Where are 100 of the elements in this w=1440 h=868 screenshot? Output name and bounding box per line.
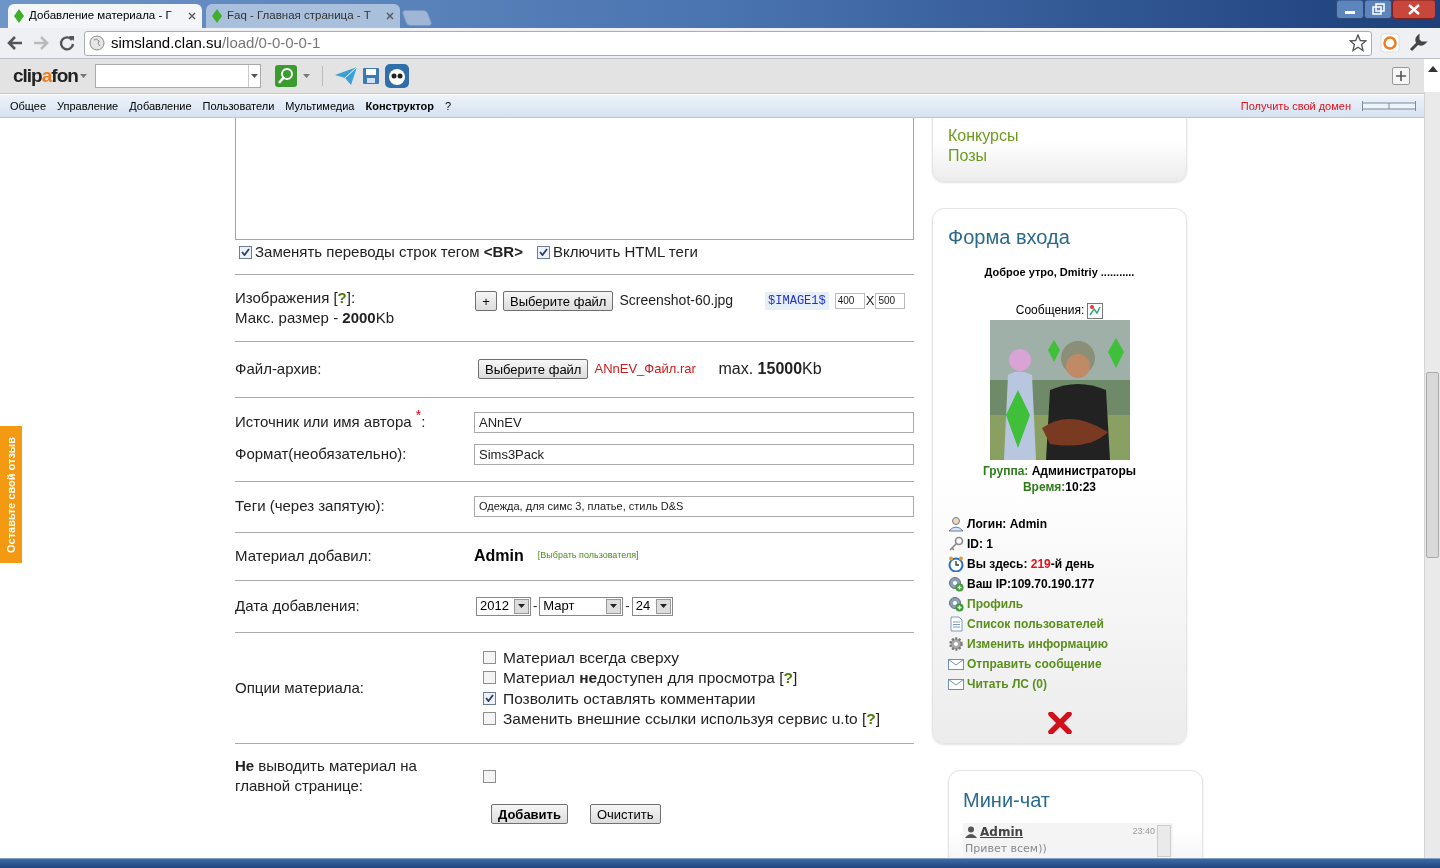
- panda-icon[interactable]: [385, 64, 409, 88]
- profile-link[interactable]: Изменить информацию: [967, 633, 1108, 654]
- greeting: Доброе утро, Dmitriy ...........: [984, 265, 1135, 280]
- search-icon[interactable]: [275, 65, 297, 87]
- menu-item[interactable]: Общее: [10, 97, 47, 115]
- scrollbar[interactable]: [1424, 92, 1440, 858]
- close-icon[interactable]: [188, 12, 196, 20]
- scrollbar-thumb[interactable]: [1426, 372, 1439, 558]
- date-separator: -: [533, 597, 538, 616]
- dropdown[interactable]: Март: [539, 596, 624, 616]
- reload-icon[interactable]: [58, 34, 76, 52]
- add-button[interactable]: [1392, 67, 1410, 85]
- browser-tab[interactable]: Добавление материала - Г: [8, 4, 202, 28]
- user-name: Admin: [474, 546, 524, 566]
- user-icon: [965, 826, 977, 838]
- field-label: Изображения [?]:: [235, 288, 357, 308]
- group-info: Группа: Администраторы: [982, 462, 1136, 479]
- chat-message: Привет всем)): [965, 841, 1048, 857]
- checkbox[interactable]: [239, 245, 252, 259]
- document-icon: [948, 615, 964, 632]
- menu-item[interactable]: Мультимедиа: [285, 97, 355, 115]
- user-info: ID: 1: [967, 535, 993, 553]
- height-field[interactable]: 500: [875, 292, 906, 309]
- menu-item[interactable]: Добавление: [129, 97, 192, 115]
- search-field[interactable]: [95, 64, 261, 88]
- caret-icon: [303, 74, 310, 78]
- field-label: Теги (через запятую):: [235, 495, 386, 516]
- input-field[interactable]: Sims3Pack: [474, 443, 914, 465]
- panel-title: Форма входа: [948, 225, 1070, 250]
- file-button[interactable]: Выберите файл: [478, 359, 589, 379]
- caret-icon: [79, 74, 87, 78]
- profile-link[interactable]: Профиль: [967, 593, 1024, 614]
- minimize-icon[interactable]: [1336, 0, 1364, 19]
- size-limit: max. 15000Kb: [718, 359, 822, 379]
- chat-time: 23:40: [1132, 825, 1155, 839]
- caret-icon: [610, 604, 618, 608]
- scroll-up-icon[interactable]: [1428, 66, 1438, 72]
- back-icon[interactable]: [6, 34, 24, 52]
- slider-icon: [1362, 101, 1416, 111]
- profile-link[interactable]: Список пользователей: [967, 613, 1104, 634]
- restore-icon[interactable]: [1364, 0, 1392, 19]
- address-field[interactable]: simsland.clan.su/load/0-0-0-0-1: [84, 30, 1372, 56]
- menu-item[interactable]: Управление: [57, 97, 119, 115]
- checkbox[interactable]: [483, 650, 496, 664]
- close-icon[interactable]: [1392, 0, 1436, 19]
- file-button[interactable]: Выберите файл: [503, 290, 614, 311]
- caret-icon: [251, 74, 258, 78]
- checkbox[interactable]: [483, 769, 496, 783]
- star-icon[interactable]: [1349, 34, 1367, 52]
- reset-button[interactable]: Очистить: [589, 804, 661, 824]
- field-label: Формат(необязательно):: [235, 443, 408, 464]
- file-name: ANnEV_Файл.rar: [594, 360, 697, 379]
- add-image-button[interactable]: +: [475, 290, 497, 311]
- dropdown[interactable]: 2012: [476, 596, 531, 616]
- extension-icon[interactable]: [1380, 33, 1400, 53]
- delete-icon[interactable]: [1047, 711, 1072, 734]
- paper-plane-icon[interactable]: [335, 67, 357, 85]
- user-info: Вы здесь: 219-й день: [967, 555, 1095, 573]
- browser-tab[interactable]: Faq - Главная страница - Т: [206, 4, 400, 28]
- size-limit: Макс. размер - 2000Kb: [235, 308, 396, 328]
- domain-link[interactable]: Получить свой домен: [1240, 97, 1351, 115]
- clipafon-logo[interactable]: clipafon: [13, 61, 89, 91]
- option-label: Позволить оставлять комментарии: [503, 688, 756, 709]
- key-icon: [948, 535, 964, 552]
- option-label: Включить HTML теги: [552, 241, 698, 262]
- field-label: Файл-архив:: [235, 358, 323, 379]
- input-field[interactable]: ANnEV: [474, 411, 914, 433]
- checkbox[interactable]: [536, 245, 550, 259]
- dropdown[interactable]: 24: [631, 596, 673, 616]
- field-label: Не выводить материал на главной странице:: [235, 756, 418, 796]
- field-label: Дата добавления:: [235, 595, 361, 616]
- image-icon: [1087, 302, 1104, 319]
- width-field[interactable]: 400: [834, 292, 865, 309]
- field-label: Опции материала:: [235, 677, 365, 698]
- diamond-icon: [212, 9, 222, 23]
- choose-user-link[interactable]: [Выбрать пользователя]: [537, 549, 639, 563]
- checkbox[interactable]: [483, 691, 496, 705]
- menu-item[interactable]: ?: [444, 97, 452, 115]
- option-label: Заменять переводы строк тегом <BR>: [255, 241, 523, 262]
- submit-button[interactable]: Добавить: [491, 804, 568, 824]
- checkbox[interactable]: [483, 712, 496, 726]
- menu-item[interactable]: Конструктор: [365, 97, 434, 115]
- globe-icon: [89, 35, 105, 51]
- chat-user-link[interactable]: Admin: [980, 823, 1024, 841]
- option-label: Заменить внешние ссылки используя сервис u.to [?]: [503, 709, 880, 730]
- profile-link[interactable]: Отправить сообщение: [967, 653, 1102, 674]
- messages-label: Сообщения:: [1015, 301, 1085, 319]
- check-icon: [485, 694, 494, 703]
- check-icon: [538, 248, 548, 256]
- option-label: Материал всегда сверху: [503, 647, 679, 668]
- checkbox[interactable]: [483, 671, 496, 685]
- date-separator: -: [625, 597, 630, 616]
- input-field[interactable]: Одежда, для симс 3, платье, стиль D&S: [474, 495, 914, 517]
- times-sign: X: [865, 291, 875, 310]
- check-icon: [241, 248, 250, 256]
- wrench-icon[interactable]: [1408, 33, 1428, 53]
- chat-scrollbar[interactable]: [1157, 825, 1171, 857]
- field-label: Материал добавил:: [235, 545, 373, 566]
- menu-item[interactable]: Пользователи: [202, 97, 275, 115]
- user-info: Ваш IP:109.70.190.177: [967, 575, 1095, 593]
